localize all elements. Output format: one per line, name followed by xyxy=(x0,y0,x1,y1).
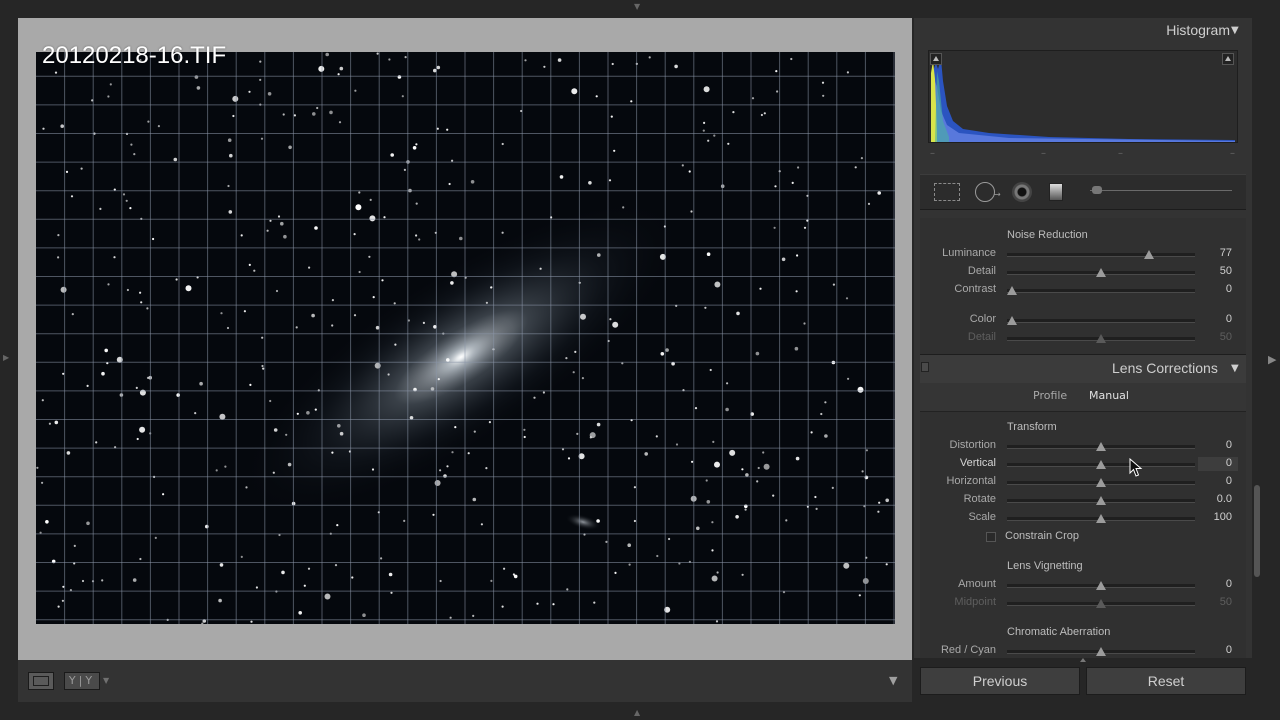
compare-view-icon[interactable]: Y|Y xyxy=(64,672,100,690)
highlight-clipping-icon[interactable] xyxy=(1222,53,1234,65)
horizontal-thumb[interactable] xyxy=(1096,478,1106,487)
rotate-value[interactable]: 0.0 xyxy=(1192,493,1232,505)
color-label: Color xyxy=(969,313,996,325)
histogram xyxy=(928,50,1238,143)
bottom-panel-toggle-icon[interactable]: ▲ xyxy=(634,708,640,717)
histogram-readout: – xyxy=(1041,148,1046,159)
rotate-thumb[interactable] xyxy=(1096,496,1106,505)
graduated-filter-icon[interactable] xyxy=(1049,183,1063,201)
luminance-slider[interactable] xyxy=(1007,253,1195,257)
bottom-toolbar xyxy=(18,660,912,702)
vertical-value[interactable]: 0 xyxy=(1192,457,1232,469)
histogram-graph xyxy=(931,59,1235,142)
lens-corrections-title[interactable]: Lens Corrections xyxy=(1112,360,1218,376)
contrast-label: Contrast xyxy=(954,283,996,295)
histogram-readout: – xyxy=(1118,148,1123,159)
lens-vignetting-title: Lens Vignetting xyxy=(1007,560,1083,572)
tab-manual[interactable]: Manual xyxy=(1089,389,1129,402)
compare-dropdown-icon[interactable]: ▼ xyxy=(103,676,109,685)
red-eye-icon[interactable] xyxy=(1012,182,1032,202)
transform-title: Transform xyxy=(1007,421,1057,433)
crop-overlay-icon[interactable] xyxy=(934,183,960,201)
color-slider[interactable] xyxy=(1007,319,1195,323)
file-name-overlay: 20120218-16.TIF xyxy=(42,42,227,69)
vertical-label: Vertical xyxy=(959,457,996,469)
contrast-thumb[interactable] xyxy=(1007,286,1017,295)
scale-value[interactable]: 100 xyxy=(1192,511,1232,523)
horizontal-value[interactable]: 0 xyxy=(1192,475,1232,487)
constrain-crop-checkbox[interactable] xyxy=(986,532,996,542)
horizontal-label: Horizontal xyxy=(946,475,996,487)
color-detail-thumb xyxy=(1096,334,1106,343)
panel-scrollbar[interactable] xyxy=(1253,218,1261,658)
spot-removal-icon[interactable] xyxy=(975,182,995,202)
distortion-value[interactable]: 0 xyxy=(1192,439,1232,451)
histogram-title[interactable]: Histogram xyxy=(1166,22,1230,38)
contrast-value[interactable]: 0 xyxy=(1192,283,1232,295)
shadow-clipping-icon[interactable] xyxy=(930,53,942,65)
noise-reduction-title: Noise Reduction xyxy=(1007,229,1088,241)
photo-image xyxy=(36,52,895,624)
previous-button[interactable]: Previous xyxy=(920,667,1080,695)
chromatic-aberration-title: Chromatic Aberration xyxy=(1007,626,1111,638)
color-value[interactable]: 0 xyxy=(1192,313,1232,325)
midpoint-value: 50 xyxy=(1219,596,1232,608)
adjustment-brush-track xyxy=(1090,190,1232,191)
nr-detail-label: Detail xyxy=(967,265,996,277)
color-detail-label: Detail xyxy=(967,331,996,343)
reset-button[interactable]: Reset xyxy=(1086,667,1246,695)
amount-value[interactable]: 0 xyxy=(1192,578,1232,590)
vertical-thumb[interactable] xyxy=(1096,460,1106,469)
constrain-crop-label[interactable]: Constrain Crop xyxy=(1005,530,1079,542)
scale-thumb[interactable] xyxy=(1096,514,1106,523)
tool-strip xyxy=(920,174,1246,210)
red-cyan-label: Red / Cyan xyxy=(940,644,996,656)
adjustment-brush-icon[interactable] xyxy=(1092,186,1102,194)
midpoint-label: Midpoint xyxy=(954,596,996,608)
scroll-more-icon xyxy=(1080,658,1086,662)
luminance-label: Luminance xyxy=(942,247,996,259)
histogram-collapse-icon[interactable]: ▼ xyxy=(1231,25,1239,36)
nr-detail-thumb[interactable] xyxy=(1096,268,1106,277)
top-panel-toggle-icon[interactable]: ▼ xyxy=(634,2,640,11)
color-detail-value: 50 xyxy=(1219,331,1232,343)
luminance-value[interactable]: 77 xyxy=(1192,247,1232,259)
distortion-label: Distortion xyxy=(949,439,996,451)
contrast-slider[interactable] xyxy=(1007,289,1195,293)
lens-corrections-toggle[interactable] xyxy=(921,362,929,372)
scale-label: Scale xyxy=(968,511,996,523)
loupe-view-icon[interactable] xyxy=(28,672,54,690)
panel-scrollbar-thumb[interactable] xyxy=(1254,485,1260,577)
rotate-label: Rotate xyxy=(963,493,996,505)
distortion-thumb[interactable] xyxy=(1096,442,1106,451)
spot-arrow-icon: → xyxy=(994,190,1001,199)
amount-thumb[interactable] xyxy=(1096,581,1106,590)
tab-profile[interactable]: Profile xyxy=(1033,389,1067,402)
histogram-readout: – xyxy=(1230,148,1235,159)
amount-label: Amount xyxy=(958,578,996,590)
toolbar-menu-icon[interactable]: ▼ xyxy=(889,674,897,687)
lens-corrections-collapse-icon[interactable]: ▼ xyxy=(1231,363,1239,374)
mouse-cursor-icon xyxy=(1129,458,1143,477)
lens-tabs xyxy=(920,383,1246,412)
histogram-readout: – xyxy=(930,148,935,159)
red-cyan-value[interactable]: 0 xyxy=(1192,644,1232,656)
luminance-thumb[interactable] xyxy=(1144,250,1154,259)
color-thumb[interactable] xyxy=(1007,316,1017,325)
photo-preview[interactable] xyxy=(36,52,895,624)
red-cyan-thumb[interactable] xyxy=(1096,647,1106,656)
left-panel-toggle-icon[interactable]: ▶ xyxy=(3,353,9,362)
midpoint-thumb xyxy=(1096,599,1106,608)
nr-detail-value[interactable]: 50 xyxy=(1192,265,1232,277)
right-panel-toggle-icon[interactable]: ▶ xyxy=(1268,353,1276,366)
